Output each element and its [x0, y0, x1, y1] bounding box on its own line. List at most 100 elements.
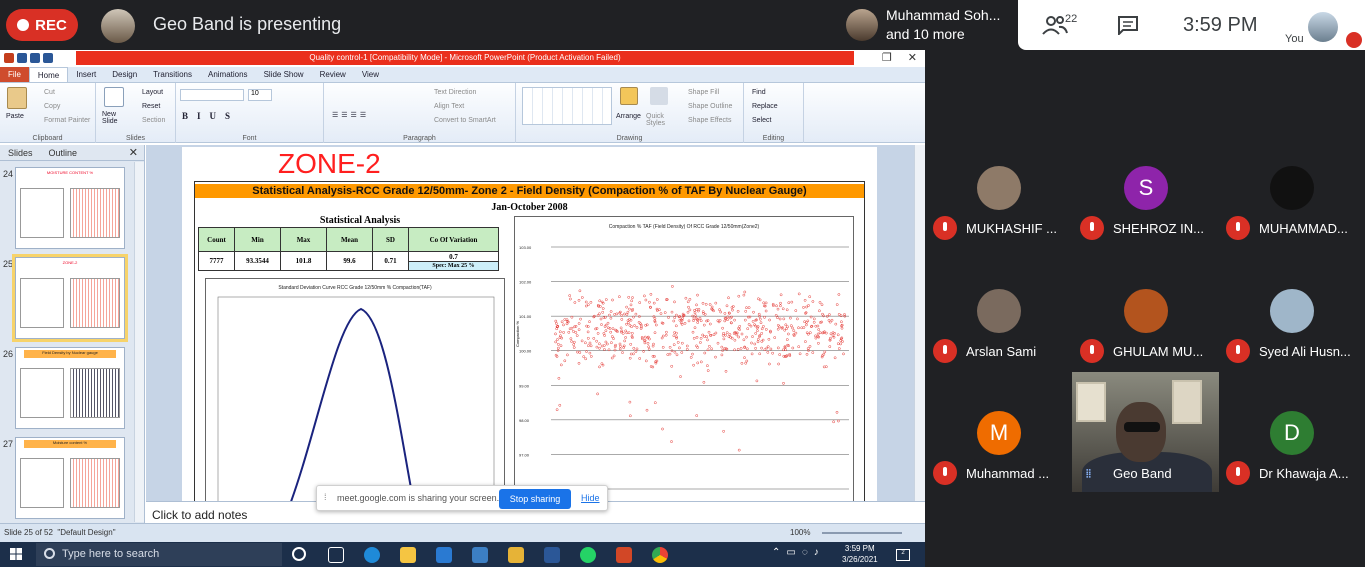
arrange-button[interactable]: Arrange: [616, 113, 641, 120]
redo-icon[interactable]: [43, 53, 53, 63]
tab-outline[interactable]: Outline: [49, 148, 78, 158]
powerpoint-icon[interactable]: [616, 547, 632, 563]
scatter-point: [835, 303, 839, 306]
scatter-point: [557, 346, 560, 350]
tab-design[interactable]: Design: [104, 67, 145, 82]
scatter-point: [633, 324, 636, 327]
shape-outline-button[interactable]: Shape Outline: [688, 103, 732, 110]
align-buttons[interactable]: ☰☰☰☰: [332, 111, 369, 119]
participant-tile[interactable]: M Muhammad ...: [925, 406, 1072, 528]
shape-effects-button[interactable]: Shape Effects: [688, 117, 731, 124]
word-icon[interactable]: [544, 547, 560, 563]
whatsapp-icon[interactable]: [580, 547, 596, 563]
tab-slide-show[interactable]: Slide Show: [256, 67, 312, 82]
tab-view[interactable]: View: [354, 67, 387, 82]
close-icon[interactable]: ✕: [908, 51, 917, 64]
save-icon[interactable]: [17, 53, 27, 63]
new-slide-icon[interactable]: [104, 87, 124, 107]
cut-button[interactable]: Cut: [44, 89, 55, 96]
convert-smartart-button[interactable]: Convert to SmartArt: [434, 117, 496, 124]
tab-home[interactable]: Home: [28, 67, 69, 82]
participant-tile[interactable]: D Dr Khawaja A...: [1218, 406, 1365, 528]
table-cell: 0.71: [372, 251, 409, 271]
tab-review[interactable]: Review: [312, 67, 354, 82]
chrome-icon[interactable]: [652, 547, 668, 563]
undo-icon[interactable]: [30, 53, 40, 63]
scatter-point: [794, 331, 798, 335]
task-view-icon[interactable]: [328, 547, 344, 563]
calculator-icon[interactable]: [472, 547, 488, 563]
scatter-point: [618, 295, 621, 299]
stop-sharing-button[interactable]: Stop sharing: [499, 489, 571, 509]
participant-tile[interactable]: Arslan Sami: [925, 283, 1072, 405]
paste-icon[interactable]: [7, 87, 27, 109]
system-tray-icons[interactable]: ⌃▭◌♪: [772, 547, 825, 558]
find-button[interactable]: Find: [752, 89, 766, 96]
layout-button[interactable]: Layout: [142, 89, 163, 96]
slide-thumbnail[interactable]: Field Density by Nuclear gauge: [15, 347, 125, 429]
align-text-button[interactable]: Align Text: [434, 103, 464, 110]
avatar-initial: M: [989, 420, 1009, 445]
shape-fill-button[interactable]: Shape Fill: [688, 89, 719, 96]
file-explorer-icon[interactable]: [400, 547, 416, 563]
slide-thumbnail[interactable]: Moisture content %: [15, 437, 125, 519]
participant-tile[interactable]: Syed Ali Husn...: [1218, 283, 1365, 405]
scatter-point: [738, 325, 742, 328]
hide-link[interactable]: Hide: [581, 493, 600, 503]
slide-thumbnail-selected[interactable]: ZONE-2: [12, 254, 128, 342]
section-button[interactable]: Section: [142, 117, 165, 124]
chat-icon[interactable]: [1117, 15, 1139, 35]
scatter-point: [652, 301, 656, 305]
tab-insert[interactable]: Insert: [68, 67, 104, 82]
bold-italic-underline-buttons[interactable]: BIUS: [182, 111, 239, 121]
tab-slides[interactable]: Slides: [8, 148, 33, 158]
participant-tile[interactable]: MUHAMMAD...: [1218, 160, 1365, 282]
scatter-point: [818, 309, 821, 313]
font-name-box[interactable]: [180, 89, 244, 101]
format-painter-button[interactable]: Format Painter: [44, 117, 90, 124]
scatter-point: [714, 331, 718, 335]
mail-icon[interactable]: [436, 547, 452, 563]
mic-off-icon: [933, 216, 957, 240]
notification-icon[interactable]: 2: [896, 549, 910, 561]
tab-file[interactable]: File: [0, 67, 29, 82]
font-size-box[interactable]: 10: [248, 89, 272, 101]
tab-animations[interactable]: Animations: [200, 67, 256, 82]
store-icon[interactable]: [508, 547, 524, 563]
scatter-point: [835, 410, 839, 414]
taskbar-search-box[interactable]: Type here to search: [36, 543, 282, 566]
text-direction-button[interactable]: Text Direction: [434, 89, 476, 96]
reset-button[interactable]: Reset: [142, 103, 160, 110]
slides-panel-scrollbar[interactable]: [134, 162, 144, 522]
scatter-point: [567, 330, 571, 334]
participant-tile[interactable]: MUKHASHIF ...: [925, 160, 1072, 282]
participant-video-tile[interactable]: ⦙⦙ Geo Band: [1072, 372, 1219, 492]
arrange-icon[interactable]: [620, 87, 638, 105]
clipboard-group: Paste Cut Copy Format Painter Clipboard: [0, 83, 96, 143]
self-avatar[interactable]: [1308, 12, 1338, 42]
copy-button[interactable]: Copy: [44, 103, 60, 110]
restore-icon[interactable]: ❐: [882, 51, 892, 64]
tab-transitions[interactable]: Transitions: [145, 67, 200, 82]
select-button[interactable]: Select: [752, 117, 771, 124]
scatter-point: [587, 344, 590, 348]
canvas-scrollbar[interactable]: [914, 145, 925, 501]
zoom-slider[interactable]: [822, 532, 902, 534]
scatter-point: [638, 357, 642, 360]
current-slide[interactable]: ZONE-2 Statistical Analysis-RCC Grade 12…: [182, 147, 877, 501]
quick-styles-button[interactable]: Quick Styles: [646, 113, 670, 127]
quick-styles-icon[interactable]: [650, 87, 668, 105]
shapes-gallery[interactable]: [522, 87, 612, 125]
replace-button[interactable]: Replace: [752, 103, 778, 110]
y-tick-label: 101.00: [519, 314, 532, 319]
drag-handle-icon[interactable]: ⁞: [324, 492, 327, 502]
participant-tile[interactable]: S SHEHROZ IN...: [1072, 160, 1219, 282]
new-slide-button[interactable]: New Slide: [102, 111, 130, 125]
recording-button[interactable]: REC: [6, 9, 78, 41]
edge-icon[interactable]: [364, 547, 380, 563]
paste-button[interactable]: Paste: [6, 113, 24, 120]
cortana-icon[interactable]: [292, 547, 306, 561]
close-icon[interactable]: ✕: [129, 146, 138, 159]
windows-start-icon[interactable]: [10, 548, 22, 560]
slide-thumbnail[interactable]: MOISTURE CONTENT %: [15, 167, 125, 249]
